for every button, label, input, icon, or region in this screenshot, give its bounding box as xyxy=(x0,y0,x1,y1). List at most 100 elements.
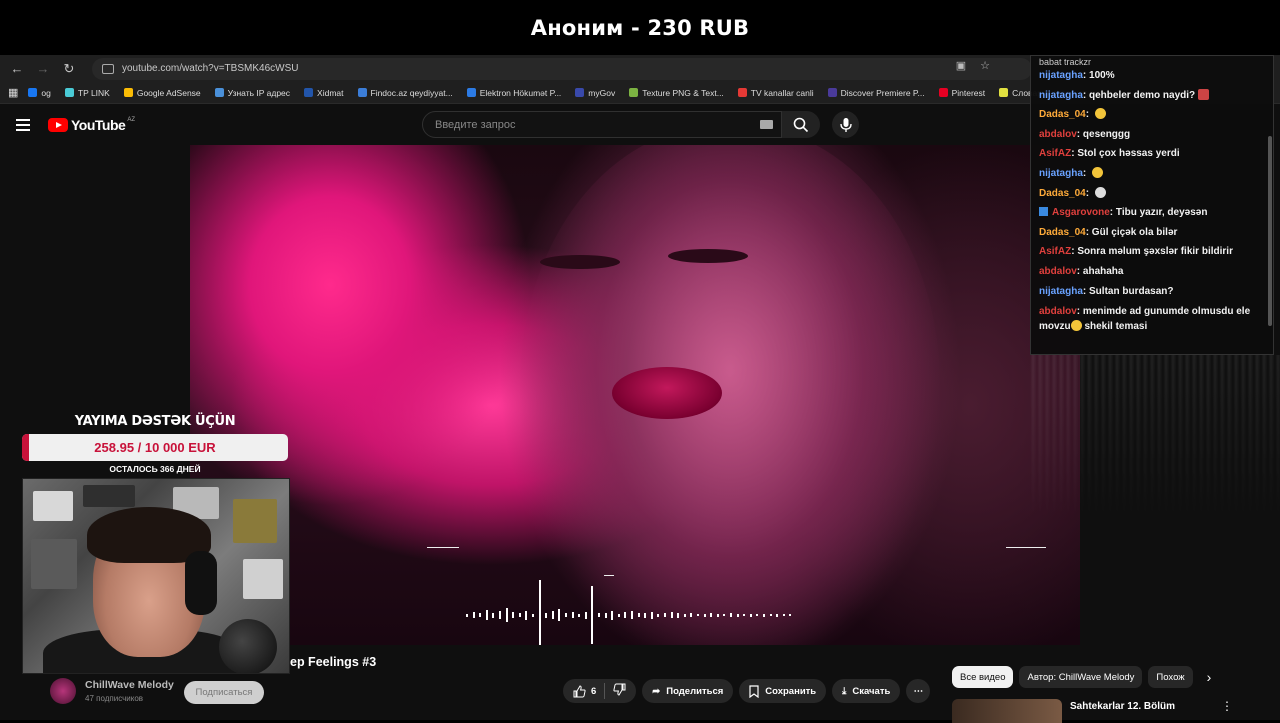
dislike-button[interactable] xyxy=(613,683,626,699)
more-dots-icon: ⋯ xyxy=(913,685,924,697)
search-button[interactable] xyxy=(782,111,820,138)
bookmark-item[interactable]: Discover Premiere P... xyxy=(827,88,925,98)
save-label: Сохранить xyxy=(765,685,817,697)
chat-message: AsifAZ: Sonra məlum şəxslər fikir bildir… xyxy=(1039,242,1265,262)
bookmark-favicon-icon xyxy=(938,88,948,97)
donation-days-left: ОСТАЛОСЬ 366 ДНЕЙ xyxy=(109,464,201,474)
chevron-right-icon[interactable]: › xyxy=(1207,669,1212,685)
forward-icon[interactable]: → xyxy=(32,58,54,80)
bookmark-item[interactable]: TP LINK xyxy=(64,88,110,98)
bookmark-label: myGov xyxy=(588,87,616,98)
chat-username: Dadas_04 xyxy=(1039,187,1086,199)
related-video-item[interactable]: Sahtekarlar 12. Bölüm ⋮ xyxy=(952,699,1233,723)
chat-username: AsifAZ xyxy=(1039,246,1072,258)
more-actions-button[interactable]: ⋯ xyxy=(906,679,931,703)
bookmark-star-icon[interactable]: ☆ xyxy=(980,59,990,72)
bookmark-item[interactable]: Elektron Hökumət P... xyxy=(466,87,562,98)
bookmark-item[interactable]: og xyxy=(28,88,51,98)
chat-text: : Sonra məlum şəxslər fikir bildirir xyxy=(1071,246,1233,258)
thumbs-down-icon xyxy=(613,683,626,696)
bookmark-item[interactable]: Texture PNG & Text... xyxy=(629,88,724,98)
chat-message: AsifAZ: Stol çox həssas yerdi xyxy=(1039,144,1265,164)
share-button[interactable]: ➦ Поделиться xyxy=(642,679,734,703)
visualizer-bar xyxy=(538,580,541,645)
visualizer-bar xyxy=(584,611,587,619)
decorative-streaks xyxy=(1030,355,1280,525)
chip-similar[interactable]: Похож xyxy=(1148,666,1193,688)
bookmark-item[interactable]: Findoc.az qeydiyyat... xyxy=(357,87,453,98)
site-info-icon[interactable] xyxy=(102,63,114,74)
url-text: youtube.com/watch?v=TBSMK46cWSU xyxy=(122,63,299,74)
bookmark-label: Узнать IP адрес xyxy=(227,87,291,98)
visualizer-bar xyxy=(472,612,475,618)
search-input[interactable]: Введите запрос xyxy=(422,111,782,138)
chat-username: nijatagha xyxy=(1039,89,1083,101)
related-video-thumbnail[interactable] xyxy=(952,699,1062,723)
donation-goal-widget: YAYIMA DƏSTƏK ÜÇÜN 258.95 / 10 000 EUR О… xyxy=(22,414,288,474)
chip-all-videos[interactable]: Все видео xyxy=(952,666,1014,688)
video-player[interactable] xyxy=(190,145,1080,645)
reload-icon[interactable]: ↻ xyxy=(58,58,80,80)
chat-message: nijatagha: Sultan burdasan? xyxy=(1039,282,1265,302)
visualizer-bar xyxy=(723,614,726,616)
bookmark-item[interactable]: Google AdSense xyxy=(123,88,201,98)
more-vert-icon[interactable]: ⋮ xyxy=(1221,699,1233,723)
keyboard-icon[interactable] xyxy=(760,120,773,129)
address-bar-actions: ▣ ☆ xyxy=(956,59,990,72)
like-button[interactable]: 6 xyxy=(573,684,596,698)
related-filter-chips: Все видео Автор: ChillWave Melody Похож … xyxy=(952,666,1211,688)
visualizer-bar xyxy=(650,611,653,619)
bookmark-favicon-icon xyxy=(214,88,224,97)
bookmark-favicon-icon xyxy=(466,88,476,97)
youtube-play-icon xyxy=(48,118,68,132)
visualizer-bar xyxy=(604,612,607,618)
chat-message: nijatagha: xyxy=(1039,164,1265,184)
visualizer-bar xyxy=(591,586,594,644)
video-frame-eye xyxy=(668,249,748,263)
bookmark-item[interactable]: myGov xyxy=(575,88,615,98)
chip-author[interactable]: Автор: ChillWave Melody xyxy=(1019,666,1143,688)
back-icon[interactable]: ← xyxy=(6,58,28,80)
bookmark-label: Findoc.az qeydiyyat... xyxy=(370,87,453,98)
chat-username: abdalov xyxy=(1039,306,1077,318)
donation-progress-bar: 258.95 / 10 000 EUR xyxy=(22,434,288,461)
install-app-icon[interactable]: ▣ xyxy=(956,59,966,72)
bookmark-item[interactable]: Узнать IP адрес xyxy=(214,87,291,98)
emoji-icon xyxy=(1094,108,1106,120)
wall-sticker xyxy=(31,539,77,589)
bookmark-item[interactable]: Pinterest xyxy=(938,88,985,98)
visualizer-bar xyxy=(505,608,508,622)
chat-message: abdalov: qesenggg xyxy=(1039,125,1265,145)
visualizer-bar xyxy=(697,614,699,616)
visualizer-bar xyxy=(730,613,732,617)
chat-scrollbar[interactable] xyxy=(1268,136,1272,326)
subscribe-button[interactable]: Подписаться xyxy=(184,681,264,704)
channel-avatar[interactable] xyxy=(50,678,76,704)
channel-info[interactable]: ChillWave Melody 47 подписчиков xyxy=(50,678,174,704)
visualizer-bar xyxy=(710,613,713,617)
like-dislike-group: 6 xyxy=(563,679,637,703)
bookmark-item[interactable]: TV kanallar canli xyxy=(737,88,814,98)
youtube-logo[interactable]: YouTube AZ xyxy=(48,117,135,133)
visualizer-bar xyxy=(598,613,600,617)
channel-name[interactable]: ChillWave Melody xyxy=(85,679,174,691)
donation-alert-text: Аноним - 230 RUB xyxy=(530,15,750,40)
download-icon: ⤓ xyxy=(842,685,847,697)
download-button[interactable]: ⤓ Скачать xyxy=(832,679,901,703)
chat-text: : 100% xyxy=(1082,70,1115,81)
visualizer-bar xyxy=(558,609,561,621)
chat-text: : xyxy=(1082,167,1090,179)
voice-search-button[interactable] xyxy=(832,111,859,138)
save-button[interactable]: Сохранить xyxy=(739,679,827,703)
bookmark-favicon-icon xyxy=(737,88,747,97)
chat-message-list: nijatagha: 100% nijatagha: qehbeler demo … xyxy=(1039,66,1265,301)
menu-icon[interactable] xyxy=(16,119,30,131)
apps-grid-icon[interactable]: ▦ xyxy=(8,86,18,99)
url-input[interactable]: youtube.com/watch?v=TBSMK46cWSU xyxy=(92,57,1032,80)
share-label: Поделиться xyxy=(666,685,724,697)
bookmark-label: Elektron Hökumət P... xyxy=(479,87,562,98)
visualizer-bar xyxy=(617,613,620,617)
bookmark-favicon-icon xyxy=(575,88,585,97)
bookmark-label: Texture PNG & Text... xyxy=(642,87,724,98)
bookmark-item[interactable]: Xidmat xyxy=(304,88,344,98)
